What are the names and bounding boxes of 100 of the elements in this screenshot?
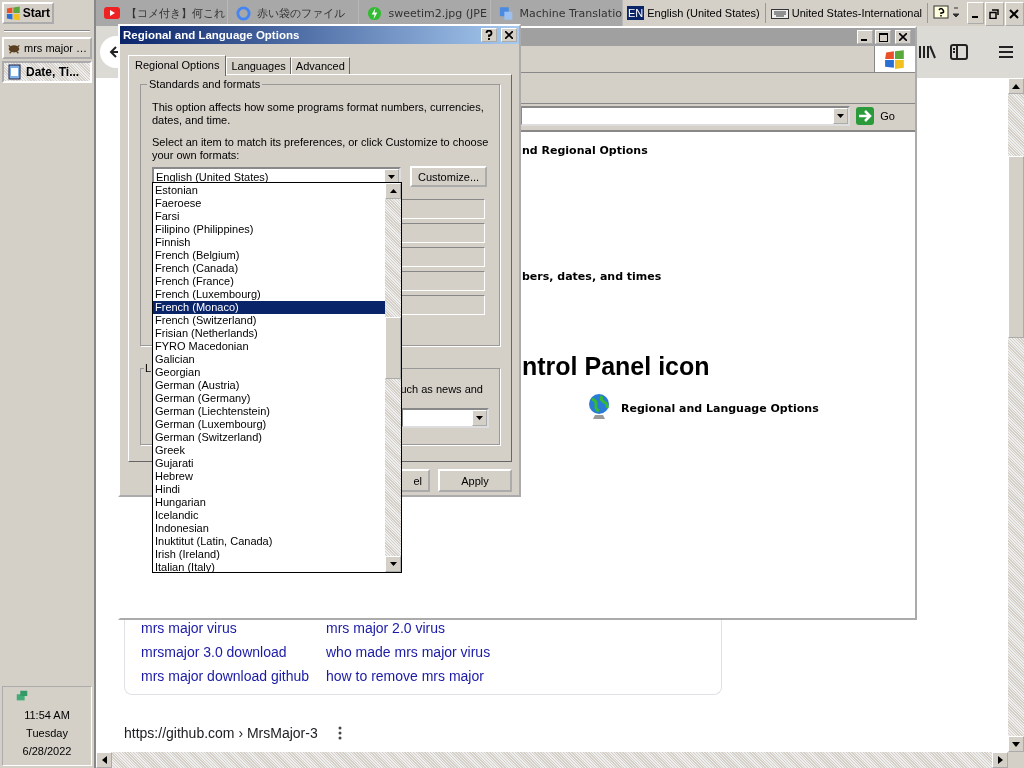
arrow-right-icon[interactable]	[856, 107, 875, 125]
dropdown-option[interactable]: Farsi	[153, 210, 385, 223]
scroll-up-button[interactable]	[385, 183, 401, 199]
restore-button[interactable]	[984, 2, 1004, 26]
restore-icon	[989, 9, 1000, 19]
help-button[interactable]	[481, 28, 497, 42]
dropdown-option[interactable]: Hungarian	[153, 496, 385, 509]
close-button[interactable]	[895, 30, 911, 44]
start-button[interactable]: Start	[2, 2, 54, 24]
play-icon	[104, 7, 120, 19]
related-search-link[interactable]: mrs major 2.0 virus	[326, 620, 705, 636]
dropdown-option[interactable]: French (Switzerland)	[153, 314, 385, 327]
bolt-icon	[367, 5, 383, 21]
related-search-link[interactable]: who made mrs major virus	[326, 644, 705, 660]
group-label: Standards and formats	[147, 78, 263, 90]
dropdown-arrow-icon	[388, 174, 395, 179]
dropdown-option[interactable]: German (Switzerland)	[153, 431, 385, 444]
section-heading: bers, dates, and times	[522, 270, 663, 283]
vertical-scrollbar[interactable]	[1008, 78, 1024, 752]
dropdown-option[interactable]: Estonian	[153, 184, 385, 197]
go-button[interactable]: Go	[880, 110, 895, 122]
dropdown-option[interactable]: German (Austria)	[153, 379, 385, 392]
scroll-up-button[interactable]	[1008, 78, 1024, 94]
control-panel-link[interactable]: Regional and Language Options	[621, 401, 819, 415]
sidebar-icon[interactable]	[950, 44, 968, 60]
windows-logo-icon	[884, 49, 906, 69]
more-icon[interactable]	[337, 726, 342, 740]
help-icon[interactable]	[932, 5, 949, 21]
windows-logo-icon	[6, 5, 21, 21]
down-arrow-icon	[389, 562, 397, 566]
taskbar-button[interactable]: mrs major …	[2, 37, 92, 59]
location-dropdown[interactable]	[401, 408, 489, 428]
tab[interactable]: Regional Options	[128, 55, 227, 76]
dropdown-option[interactable]: Frisian (Netherlands)	[153, 327, 385, 340]
group-label: L	[144, 362, 153, 374]
dropdown-option[interactable]: FYRO Macedonian	[153, 340, 385, 353]
dropdown-option[interactable]: Filipino (Philippines)	[153, 223, 385, 236]
result-url[interactable]: https://github.com › MrsMajor-3	[124, 725, 318, 741]
list-scrollbar[interactable]	[385, 183, 401, 572]
dropdown-option[interactable]: Georgian	[153, 366, 385, 379]
dropdown-option[interactable]: Gujarati	[153, 457, 385, 470]
dropdown-option[interactable]: German (Luxembourg)	[153, 418, 385, 431]
scroll-left-button[interactable]	[96, 752, 112, 768]
related-search-link[interactable]: mrs major download github	[141, 668, 326, 684]
dropdown-option[interactable]: Galician	[153, 353, 385, 366]
tab[interactable]: Languages	[226, 57, 291, 74]
language-code[interactable]: EN	[626, 6, 645, 20]
related-search-link[interactable]: mrs major virus	[141, 620, 326, 636]
dropdown-option[interactable]: German (Liechtenstein)	[153, 405, 385, 418]
up-arrow-icon	[389, 189, 397, 193]
language-label[interactable]: English (United States)	[647, 7, 760, 19]
taskbar-button[interactable]: Date, Ti...	[2, 61, 92, 83]
horizontal-scrollbar[interactable]	[96, 752, 1024, 768]
dropdown-option[interactable]: French (Belgium)	[153, 249, 385, 262]
dropdown-arrow-icon	[837, 114, 845, 118]
options-arrow-icon[interactable]	[951, 6, 960, 20]
dropdown-option[interactable]: German (Germany)	[153, 392, 385, 405]
maximize-button[interactable]	[875, 30, 891, 44]
dropdown-option[interactable]: French (France)	[153, 275, 385, 288]
page-title: ntrol Panel icon	[522, 352, 711, 381]
up-arrow-icon	[1012, 83, 1020, 89]
library-icon[interactable]	[918, 44, 936, 60]
dropdown-option[interactable]: Indonesian	[153, 522, 385, 535]
address-field[interactable]	[520, 106, 851, 126]
clock-day: Tuesday	[26, 727, 68, 739]
related-search-link[interactable]: how to remove mrs major	[326, 668, 705, 684]
close-icon	[1009, 9, 1020, 19]
dropdown-option[interactable]: Irish (Ireland)	[153, 548, 385, 561]
customize-button[interactable]: Customize...	[410, 166, 488, 187]
instruction-text: Select an item to match its preferences, or click Customize to choose your own formats:	[152, 136, 490, 162]
dropdown-button[interactable]	[833, 108, 849, 124]
close-icon	[899, 33, 907, 41]
dropdown-option[interactable]: French (Canada)	[153, 262, 385, 275]
minimize-button[interactable]	[966, 2, 984, 24]
question-mark-icon	[485, 30, 493, 40]
related-search-link[interactable]: mrsmajor 3.0 download	[141, 644, 326, 660]
keyboard-icon[interactable]	[770, 7, 789, 19]
dropdown-option[interactable]: Hebrew	[153, 470, 385, 483]
dropdown-option[interactable]: Greek	[153, 444, 385, 457]
dropdown-option[interactable]: French (Monaco)	[153, 301, 385, 314]
scroll-thumb[interactable]	[385, 317, 401, 379]
close-button[interactable]	[501, 28, 517, 42]
clock-time: 11:54 AM	[24, 709, 70, 721]
minimize-button[interactable]	[857, 30, 873, 44]
scroll-down-button[interactable]	[1008, 736, 1024, 752]
dropdown-option[interactable]: French (Luxembourg)	[153, 288, 385, 301]
menu-icon[interactable]	[998, 45, 1014, 59]
dropdown-option[interactable]: Inuktitut (Latin, Canada)	[153, 535, 385, 548]
dialog-button[interactable]: Apply	[438, 469, 512, 492]
dropdown-option[interactable]: Hindi	[153, 483, 385, 496]
dropdown-option[interactable]: Faeroese	[153, 197, 385, 210]
dropdown-option[interactable]: Finnish	[153, 236, 385, 249]
window-title: Regional and Language Options	[123, 29, 300, 41]
dropdown-option[interactable]: Icelandic	[153, 509, 385, 522]
keyboard-label[interactable]: United States-International	[791, 7, 922, 19]
scroll-right-button[interactable]	[992, 752, 1008, 768]
close-button[interactable]	[1004, 2, 1024, 26]
scroll-down-button[interactable]	[385, 556, 401, 572]
tab[interactable]: Advanced	[290, 57, 350, 74]
minimize-icon	[972, 16, 979, 18]
